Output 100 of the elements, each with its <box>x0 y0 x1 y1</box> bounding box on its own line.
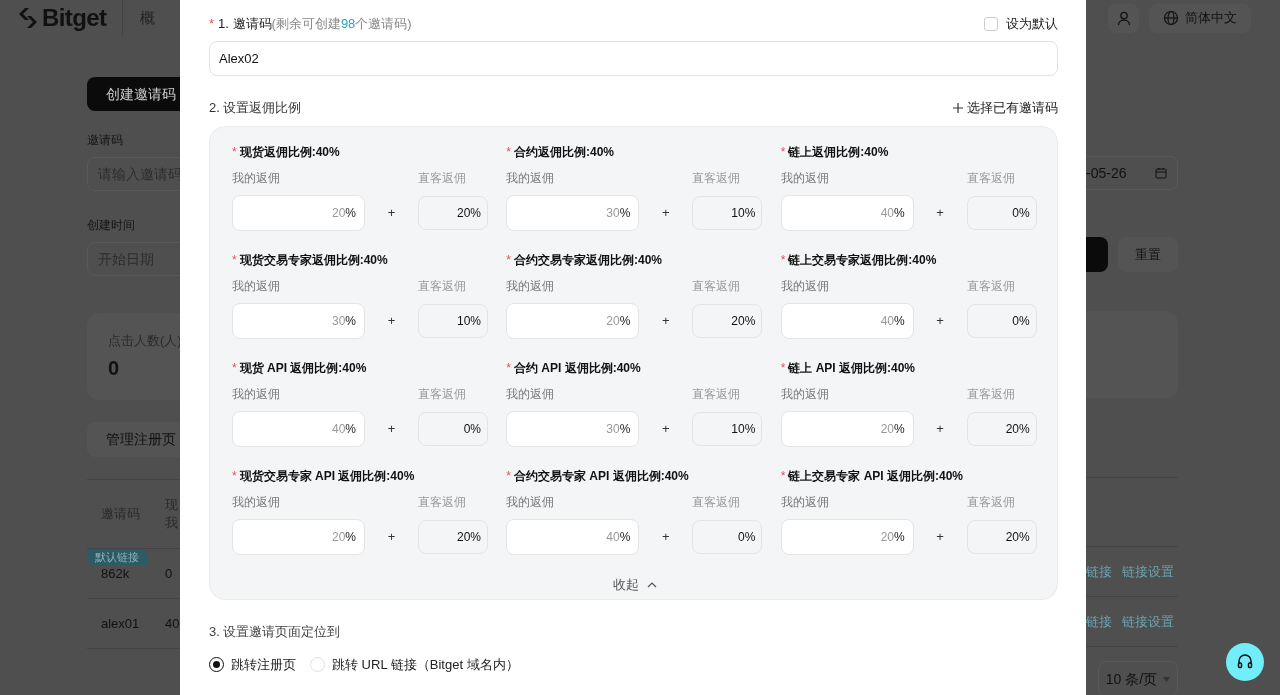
field-label: 直客返佣 <box>966 494 1016 511</box>
table-cell-text: 0 <box>165 564 173 583</box>
field-label: 直客返佣 <box>418 278 467 295</box>
code-section-title: 1. 邀请码(剩余可创建98个邀请码) <box>218 15 412 34</box>
direct-rate-field: 10% <box>418 304 488 338</box>
direct-rate-field: 0% <box>966 196 1037 230</box>
direct-rate-field: 20% <box>966 520 1037 554</box>
field-label: 我的返佣 <box>780 278 829 295</box>
my-rate-input[interactable]: 40% <box>780 303 914 339</box>
field-label: 我的返佣 <box>232 278 280 295</box>
my-rate-input[interactable]: 30% <box>232 303 365 339</box>
my-rate-input[interactable]: 30% <box>506 195 640 231</box>
radio-option[interactable]: 跳转 URL 链接（Bitget 域名内） <box>310 654 519 674</box>
my-rate-input[interactable]: 30% <box>506 411 640 447</box>
required-mark: * <box>506 468 511 485</box>
required-mark: * <box>780 252 786 269</box>
table-cell-text: alex01 <box>100 614 141 633</box>
plus-sign: + <box>661 528 671 547</box>
field-label: 我的返佣 <box>506 170 555 187</box>
required-mark: * <box>780 360 786 377</box>
rate-title: 现货交易专家返佣比例:40% <box>239 252 388 269</box>
direct-rate-field: 20% <box>418 196 488 230</box>
direct-rate-field: 0% <box>692 520 763 554</box>
field-label: 我的返佣 <box>506 278 555 295</box>
support-button[interactable] <box>1226 643 1264 681</box>
rate-title: 链上交易专家 API 返佣比例:40% <box>788 468 963 485</box>
field-label: 直客返佣 <box>966 170 1016 187</box>
my-rate-input[interactable]: 20% <box>780 411 914 447</box>
rate-title: 合约交易专家返佣比例:40% <box>514 252 662 269</box>
required-mark: * <box>780 144 786 161</box>
my-rate-input[interactable]: 40% <box>506 519 640 555</box>
field-label: 直客返佣 <box>692 494 742 511</box>
radio-option[interactable]: 跳转注册页 <box>209 654 296 674</box>
field-label: 直客返佣 <box>692 278 742 295</box>
required-mark: * <box>780 468 786 485</box>
default-link-badge: 默认链接 <box>87 549 147 565</box>
plus-sign: + <box>386 312 397 331</box>
rate-title: 链上交易专家返佣比例:40% <box>788 252 937 269</box>
field-label: 直客返佣 <box>692 170 742 187</box>
invite-code-input[interactable]: Alex02 <box>209 41 1058 76</box>
field-label: 我的返佣 <box>780 386 829 403</box>
rate-title: 合约 API 返佣比例:40% <box>514 360 641 377</box>
direct-rate-field: 20% <box>692 304 763 338</box>
field-label: 直客返佣 <box>418 494 467 511</box>
stat-value: 0 <box>108 355 121 381</box>
headset-icon <box>1236 653 1254 671</box>
direct-rate-field: 20% <box>418 520 488 554</box>
my-rate-input[interactable]: 20% <box>506 303 640 339</box>
rate-title: 链上返佣比例:40% <box>788 144 889 161</box>
my-rate-input[interactable]: 20% <box>232 195 365 231</box>
plus-sign: + <box>661 204 671 223</box>
field-label: 直客返佣 <box>692 386 742 403</box>
rate-title: 链上 API 返佣比例:40% <box>788 360 915 377</box>
user-button[interactable] <box>1108 3 1139 33</box>
plus-sign: + <box>386 204 397 223</box>
required-mark: * <box>209 15 215 34</box>
field-label: 直客返佣 <box>966 386 1016 403</box>
target-section-title: 3. 设置邀请页面定位到 <box>209 623 342 641</box>
caret-icon <box>1163 676 1171 682</box>
field-label: 我的返佣 <box>780 494 829 511</box>
my-rate-input[interactable]: 40% <box>780 195 914 231</box>
create-code-button[interactable]: 创建邀请码 <box>87 77 180 111</box>
calendar-icon <box>1155 167 1167 179</box>
required-mark: * <box>232 468 237 485</box>
default-checkbox[interactable]: 设为默认 <box>984 14 1058 34</box>
field-label: 我的返佣 <box>232 170 280 187</box>
plus-sign: + <box>935 204 945 223</box>
direct-rate-field: 10% <box>692 196 763 230</box>
brand-name: Bitget <box>42 3 107 33</box>
field-label: 我的返佣 <box>780 170 829 187</box>
pick-code-link[interactable]: 选择已有邀请码 <box>953 98 1058 118</box>
required-mark: * <box>232 144 237 161</box>
required-mark: * <box>232 252 237 269</box>
table-cell-text: 862k <box>100 564 131 583</box>
rate-title: 现货返佣比例:40% <box>239 144 340 161</box>
plus-sign: + <box>386 420 397 439</box>
field-label: 直客返佣 <box>418 386 467 403</box>
collapse-button[interactable]: 收起 <box>612 575 657 595</box>
required-mark: * <box>232 360 237 377</box>
plus-sign: + <box>386 528 397 547</box>
rate-title: 合约返佣比例:40% <box>514 144 614 161</box>
my-rate-input[interactable]: 20% <box>780 519 914 555</box>
field-label: 我的返佣 <box>232 386 280 403</box>
plus-sign: + <box>661 420 671 439</box>
user-icon <box>1115 10 1132 26</box>
field-label: 我的返佣 <box>506 494 555 511</box>
field-label: 直客返佣 <box>418 170 467 187</box>
direct-rate-field: 20% <box>966 412 1037 446</box>
my-rate-input[interactable]: 20% <box>232 519 365 555</box>
field-label: 我的返佣 <box>232 494 280 511</box>
my-rate-input[interactable]: 40% <box>232 411 365 447</box>
plus-sign: + <box>661 312 671 331</box>
rate-title: 现货交易专家 API 返佣比例:40% <box>239 468 415 485</box>
plus-sign: + <box>935 312 945 331</box>
required-mark: * <box>506 252 511 269</box>
plus-sign: + <box>935 420 945 439</box>
field-label: 直客返佣 <box>966 278 1016 295</box>
direct-rate-field: 0% <box>418 412 488 446</box>
rate-title: 现货 API 返佣比例:40% <box>239 360 367 377</box>
field-label: 我的返佣 <box>506 386 555 403</box>
